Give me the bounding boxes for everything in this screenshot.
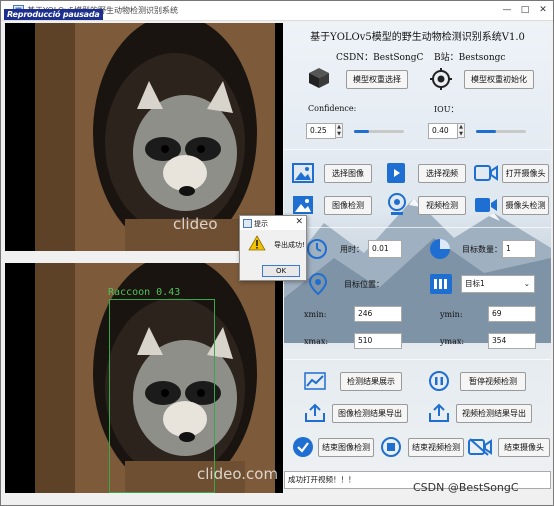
system-title: 基于YOLOv5模型的野生动物检测识别系统V1.0 (310, 32, 525, 43)
pie-chart-icon (430, 239, 450, 259)
video-file-icon (387, 163, 405, 183)
dialog-message: 导出成功! (274, 241, 305, 249)
close-button[interactable]: ✕ (535, 4, 551, 17)
csdn-text: CSDN：BestSongC (336, 53, 424, 63)
export-image-icon (305, 403, 325, 422)
warning-icon (248, 235, 266, 251)
maximize-button[interactable]: □ (517, 4, 533, 17)
cube-icon (309, 68, 329, 88)
xmin-label: xmin: (304, 310, 327, 319)
info-dialog: 提示 ✕ 导出成功! OK (239, 215, 307, 281)
dialog-title: 提示 (254, 220, 268, 228)
xmin-value: 246 (354, 306, 402, 322)
export-image-results-button[interactable]: 图像检测结果导出 (332, 404, 408, 423)
image-detect-icon (293, 196, 313, 214)
confidence-label: Confidence: (308, 104, 357, 113)
target-select[interactable]: 目标1 ⌄ (461, 275, 535, 293)
confidence-spinner[interactable]: ▲ ▼ (335, 123, 343, 138)
target-position-label: 目标位置： (344, 280, 384, 289)
select-video-button[interactable]: 选择视频 (418, 164, 466, 183)
dialog-body: 导出成功! OK (240, 230, 306, 280)
pause-video-button[interactable]: 暂停视频检测 (460, 372, 526, 391)
title-bar: 基于YOLOv5模型的野生动物检测识别系统 Reproducció pausad… (1, 1, 553, 21)
target-count-value: 1 (502, 240, 536, 258)
line-chart-icon (304, 372, 326, 390)
control-panel: 基于YOLOv5模型的野生动物检测识别系统V1.0 CSDN：BestSongC… (284, 23, 551, 491)
confidence-slider[interactable] (354, 130, 404, 133)
detection-bounding-box (109, 299, 215, 493)
bilibili-text: B站：Bestsongc (434, 53, 506, 63)
settings-target-icon (430, 68, 452, 90)
pause-icon (429, 371, 449, 391)
dialog-ok-button[interactable]: OK (262, 265, 300, 277)
csdn-watermark: CSDN @BestSongC (413, 481, 519, 494)
export-video-results-button[interactable]: 视频检测结果导出 (456, 404, 532, 423)
target-list-icon (430, 274, 452, 294)
time-label: 用时： (340, 245, 364, 254)
iou-spinner[interactable]: ▲ ▼ (457, 123, 465, 138)
ymax-value: 354 (488, 333, 536, 349)
chevron-down-icon: ⌄ (523, 279, 530, 288)
location-pin-icon (308, 273, 328, 295)
stop-circle-icon (381, 437, 401, 457)
confidence-input[interactable]: 0.25 (306, 123, 336, 139)
main-window: 基于YOLOv5模型的野生动物检测识别系统 Reproducció pausad… (0, 0, 554, 506)
xmax-label: xmax: (304, 337, 329, 346)
init-weights-button[interactable]: 模型权重初始化 (464, 70, 534, 89)
open-camera-button[interactable]: 打开摄像头 (502, 164, 549, 183)
xmax-value: 510 (354, 333, 402, 349)
watermark-text-top: clideo (173, 215, 218, 233)
clock-icon (307, 239, 327, 259)
iou-slider-fill (476, 130, 496, 133)
watermark-text-bottom: clideo.com (197, 465, 279, 483)
ymin-label: ymin: (440, 310, 463, 319)
show-results-button[interactable]: 检测结果展示 (340, 372, 402, 391)
webcam-icon (388, 193, 406, 215)
time-value: 0.01 (368, 240, 402, 258)
image-detect-button[interactable]: 图像检测 (324, 196, 372, 215)
ymax-label: ymax: (440, 337, 465, 346)
check-circle-icon (293, 437, 313, 457)
select-weights-button[interactable]: 模型权重选择 (346, 70, 408, 89)
end-image-detect-button[interactable]: 结束图像检测 (318, 438, 374, 457)
select-image-button[interactable]: 选择图像 (324, 164, 372, 183)
confidence-slider-fill (354, 130, 369, 133)
dialog-app-icon (243, 219, 252, 228)
playback-paused-badge: Reproducció pausada (4, 9, 103, 20)
target-select-value: 目标1 (465, 279, 485, 288)
end-camera-button[interactable]: 结束摄像头 (498, 438, 550, 457)
video-detect-button[interactable]: 视频检测 (418, 196, 466, 215)
camera-detect-icon (475, 198, 497, 212)
image-icon (292, 163, 314, 183)
camera-off-icon (468, 438, 492, 456)
end-video-detect-button[interactable]: 结束视频检测 (408, 438, 464, 457)
iou-slider[interactable] (476, 130, 526, 133)
video-camera-icon (474, 165, 498, 181)
detection-label: Raccoon 0.43 (108, 287, 181, 298)
detection-image-view: Raccoon 0.43 clideo.com (5, 263, 283, 493)
export-video-icon (429, 403, 449, 422)
target-count-label: 目标数量： (462, 245, 502, 254)
camera-detect-button[interactable]: 摄像头检测 (502, 196, 549, 215)
minimize-button[interactable]: — (499, 4, 515, 17)
ymin-value: 69 (488, 306, 536, 322)
iou-input[interactable]: 0.40 (428, 123, 458, 139)
dialog-close-button[interactable]: ✕ (295, 217, 303, 227)
iou-label: IOU： (434, 105, 459, 114)
